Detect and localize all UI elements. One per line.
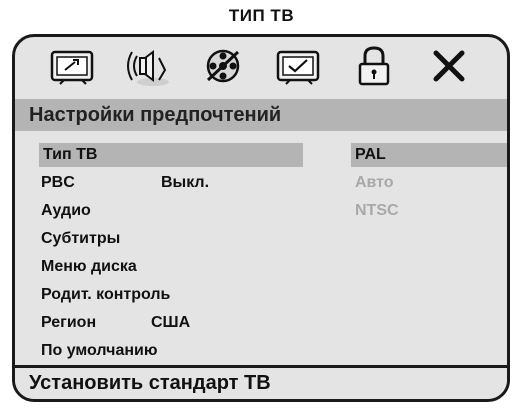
setup-icon-bar	[15, 37, 507, 95]
menu-item-parental-control[interactable]: Родит. контроль	[41, 283, 170, 307]
menu-item-label: Регион	[41, 314, 97, 331]
menu-item-tv-type[interactable]: Тип ТВ	[39, 143, 303, 167]
audio-speaker-icon[interactable]	[120, 43, 176, 89]
menu-item-label: Тип ТВ	[43, 146, 98, 163]
menu-item-defaults[interactable]: По умолчанию	[41, 339, 158, 363]
menu-item-label: Субтитры	[41, 230, 121, 247]
video-reel-icon[interactable]	[195, 43, 251, 89]
menu-item-label: Меню диска	[41, 258, 137, 275]
menu-item-label: По умолчанию	[41, 342, 158, 359]
menu-item-label: Аудио	[41, 202, 91, 219]
menu-item-disc-menu[interactable]: Меню диска	[41, 255, 137, 279]
setup-menu-panel: Настройки предпочтений Тип ТВ PBC Выкл. …	[12, 34, 510, 402]
status-hint: Установить стандарт ТВ	[15, 365, 507, 399]
tv-setup-icon[interactable]	[45, 43, 101, 89]
menu-item-value: Выкл.	[161, 174, 210, 191]
lock-icon[interactable]	[346, 43, 402, 89]
menu-item-audio[interactable]: Аудио	[41, 199, 91, 223]
option-ntsc[interactable]: NTSC	[351, 199, 399, 223]
section-title: Настройки предпочтений	[15, 99, 507, 131]
menu-item-label: Родит. контроль	[41, 286, 171, 303]
menu-item-region[interactable]: Регион США	[41, 311, 190, 335]
menu-item-label: PBC	[41, 174, 75, 191]
page-caption: ТИП ТВ	[228, 6, 295, 25]
close-icon[interactable]	[421, 43, 477, 89]
preferences-check-icon[interactable]	[271, 43, 327, 89]
menu-item-value: США	[151, 314, 191, 331]
option-auto[interactable]: Авто	[351, 171, 394, 195]
option-pal[interactable]: PAL	[351, 143, 507, 167]
menu-item-subtitles[interactable]: Субтитры	[41, 227, 120, 251]
menu-item-pbc[interactable]: PBC Выкл.	[41, 171, 209, 195]
